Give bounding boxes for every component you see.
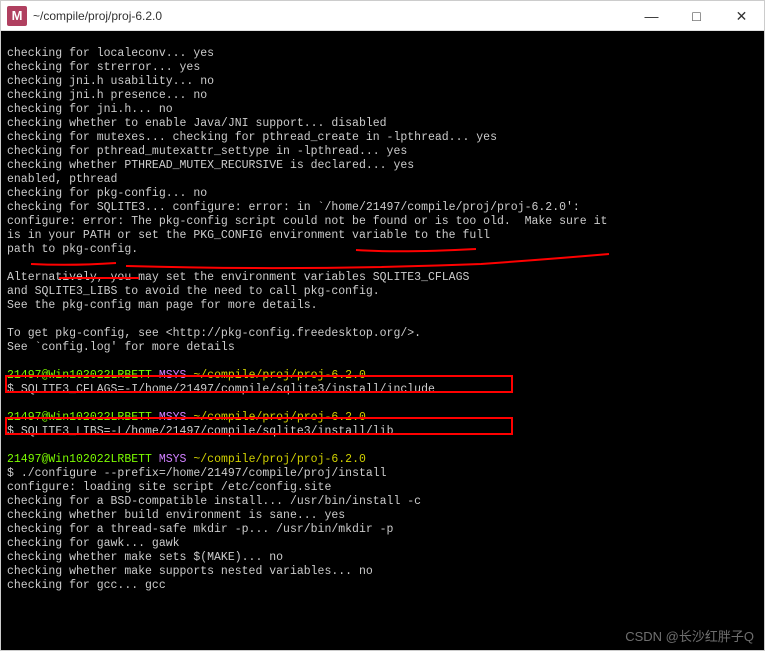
prompt-system: MSYS	[159, 411, 187, 424]
window-controls: — □ ✕	[629, 1, 764, 30]
prompt-path: ~/compile/proj/proj-6.2.0	[193, 411, 366, 424]
prompt-path: ~/compile/proj/proj-6.2.0	[193, 453, 366, 466]
window-title: ~/compile/proj/proj-6.2.0	[33, 9, 629, 23]
output-line: path to pkg-config.	[7, 243, 138, 256]
output-line: is in your PATH or set the PKG_CONFIG en…	[7, 229, 490, 242]
output-line: To get pkg-config, see <http://pkg-confi…	[7, 327, 421, 340]
prompt-path: ~/compile/proj/proj-6.2.0	[193, 369, 366, 382]
output-line: checking jni.h usability... no	[7, 75, 214, 88]
prompt-system: MSYS	[159, 369, 187, 382]
output-line: checking for a BSD-compatible install...…	[7, 495, 421, 508]
output-line: configure: error: The pkg-config script …	[7, 215, 607, 228]
output-line: checking for mutexes... checking for pth…	[7, 131, 497, 144]
watermark: CSDN @长沙红胖子Q	[625, 630, 754, 644]
prompt-symbol: $	[7, 383, 14, 396]
maximize-button[interactable]: □	[674, 1, 719, 31]
output-line: checking for pthread_mutexattr_settype i…	[7, 145, 407, 158]
minimize-button[interactable]: —	[629, 1, 674, 31]
prompt-system: MSYS	[159, 453, 187, 466]
output-line: checking for pkg-config... no	[7, 187, 207, 200]
output-line: checking for SQLITE3... configure: error…	[7, 201, 580, 214]
output-line: configure: loading site script /etc/conf…	[7, 481, 331, 494]
output-line: enabled, pthread	[7, 173, 117, 186]
output-line: checking jni.h presence... no	[7, 89, 207, 102]
output-line: checking whether make supports nested va…	[7, 565, 373, 578]
prompt-symbol: $	[7, 467, 14, 480]
output-line: checking whether build environment is sa…	[7, 509, 345, 522]
output-line: checking whether to enable Java/JNI supp…	[7, 117, 387, 130]
terminal-area[interactable]: checking for localeconv... yes checking …	[1, 31, 764, 650]
output-line: checking for localeconv... yes	[7, 47, 214, 60]
close-button[interactable]: ✕	[719, 1, 764, 31]
window-frame: M ~/compile/proj/proj-6.2.0 — □ ✕ checki…	[0, 0, 765, 651]
command-libs: SQLITE3_LIBS=-L/home/21497/compile/sqlit…	[21, 425, 394, 438]
output-line: checking for gawk... gawk	[7, 537, 180, 550]
output-line: See `config.log' for more details	[7, 341, 235, 354]
app-icon: M	[7, 6, 27, 26]
output-line: checking for strerror... yes	[7, 61, 200, 74]
prompt-symbol: $	[7, 425, 14, 438]
output-line: checking whether PTHREAD_MUTEX_RECURSIVE…	[7, 159, 414, 172]
output-line: checking whether make sets $(MAKE)... no	[7, 551, 283, 564]
command-configure: ./configure --prefix=/home/21497/compile…	[21, 467, 387, 480]
output-line: checking for a thread-safe mkdir -p... /…	[7, 523, 393, 536]
prompt-user: 21497@Win102022LRBETT	[7, 411, 152, 424]
output-line: See the pkg-config man page for more det…	[7, 299, 318, 312]
prompt-user: 21497@Win102022LRBETT	[7, 453, 152, 466]
prompt-user: 21497@Win102022LRBETT	[7, 369, 152, 382]
titlebar[interactable]: M ~/compile/proj/proj-6.2.0 — □ ✕	[1, 1, 764, 31]
output-line: checking for jni.h... no	[7, 103, 173, 116]
command-cflags: SQLITE3_CFLAGS=-I/home/21497/compile/sql…	[21, 383, 435, 396]
output-line: Alternatively, you may set the environme…	[7, 271, 469, 284]
output-line: and SQLITE3_LIBS to avoid the need to ca…	[7, 285, 380, 298]
output-line: checking for gcc... gcc	[7, 579, 166, 592]
